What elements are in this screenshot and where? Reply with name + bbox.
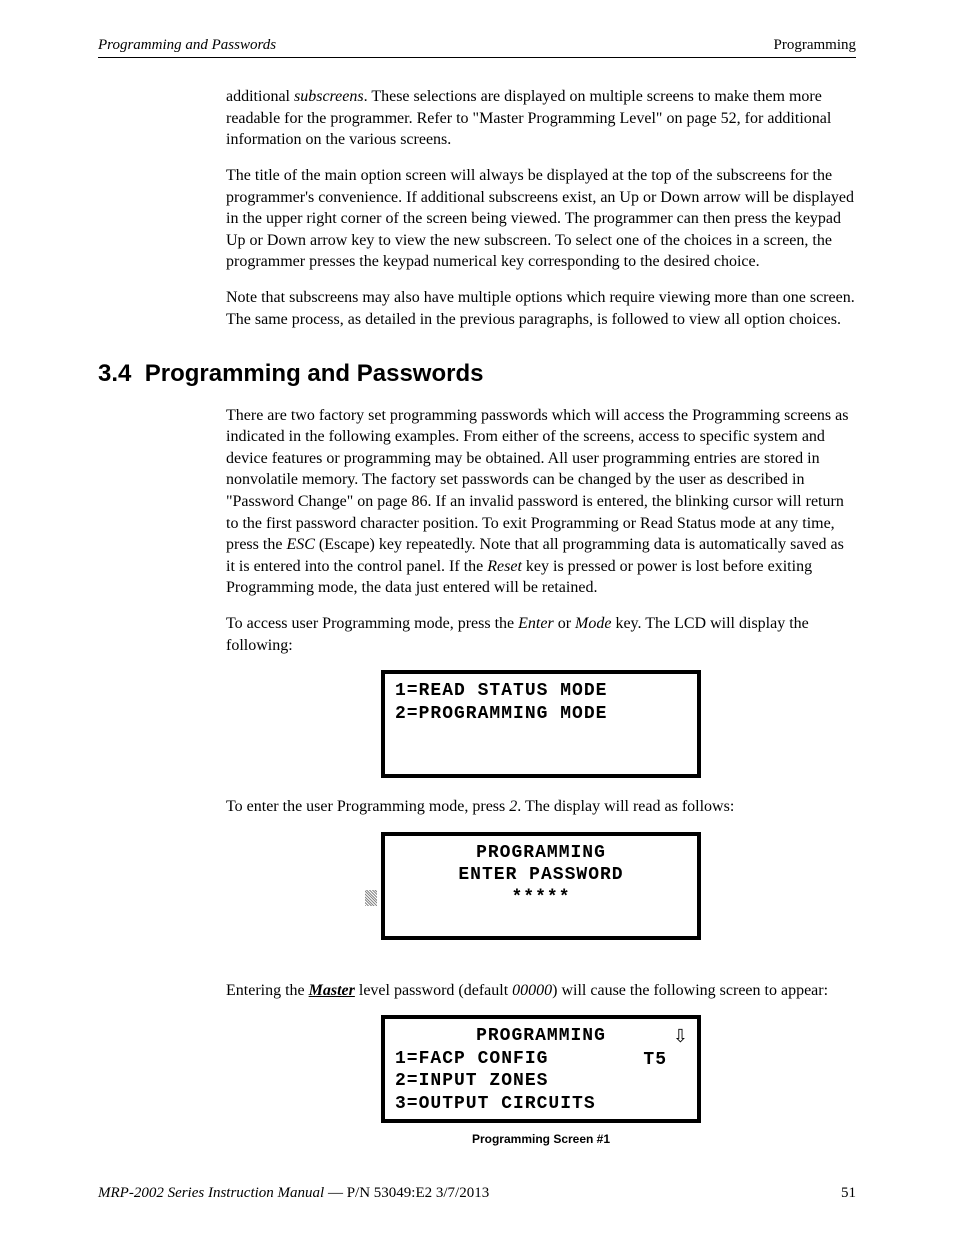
section-heading: 3.4 Programming and Passwords [98, 358, 856, 390]
part-number: — P/N 53049:E2 3/7/2013 [324, 1185, 489, 1201]
default-password: 00000 [512, 982, 552, 999]
lcd-caption: Programming Screen #1 [226, 1131, 856, 1147]
page-number: 51 [841, 1183, 856, 1203]
text: To enter the user Programming mode, pres… [226, 798, 509, 815]
lcd-t5-label: T5 [643, 1049, 667, 1072]
text: . The display will read as follows: [517, 798, 734, 815]
text: or [554, 615, 575, 632]
lcd-line: 2=INPUT ZONES [395, 1070, 687, 1093]
paragraph: There are two factory set programming pa… [226, 405, 856, 599]
text: level password (default [355, 982, 512, 999]
section-title: Programming and Passwords [145, 360, 484, 387]
lcd-line: ENTER PASSWORD [395, 864, 687, 887]
lcd-line: PROGRAMMING [395, 1025, 687, 1048]
page: Programming and Passwords Programming ad… [0, 0, 954, 1235]
text: ) will cause the following screen to app… [552, 982, 828, 999]
italic-term: subscreens [294, 88, 364, 105]
section-number: 3.4 [98, 360, 131, 387]
text: To access user Programming mode, press t… [226, 615, 518, 632]
text: additional [226, 88, 294, 105]
lcd-screen-2: PROGRAMMING ENTER PASSWORD ***** [381, 832, 701, 940]
paragraph: To access user Programming mode, press t… [226, 613, 856, 656]
italic-key: ESC [286, 536, 314, 553]
paragraph: Entering the Master level password (defa… [226, 980, 856, 1002]
italic-key: Reset [487, 558, 522, 575]
paragraph: The title of the main option screen will… [226, 165, 856, 273]
footer-left: MRP-2002 Series Instruction Manual — P/N… [98, 1183, 489, 1203]
text: Entering the [226, 982, 309, 999]
paragraph: additional subscreens. These selections … [226, 86, 856, 151]
running-header: Programming and Passwords Programming [98, 35, 856, 58]
lcd-line: 2=PROGRAMMING MODE [395, 703, 687, 726]
manual-title: MRP-2002 Series Instruction Manual [98, 1185, 324, 1201]
page-footer: MRP-2002 Series Instruction Manual — P/N… [98, 1183, 856, 1203]
lcd-screen-1: 1=READ STATUS MODE 2=PROGRAMMING MODE [381, 670, 701, 778]
header-left: Programming and Passwords [98, 35, 276, 55]
lcd-line: ***** [395, 887, 687, 910]
lcd-line: 1=READ STATUS MODE [395, 680, 687, 703]
text: There are two factory set programming pa… [226, 407, 848, 554]
body-column: There are two factory set programming pa… [226, 405, 856, 1148]
down-arrow-icon: ⇩ [673, 1025, 689, 1048]
body-column: additional subscreens. These selections … [226, 86, 856, 330]
lcd-line: PROGRAMMING [395, 842, 687, 865]
lcd-screen-3: PROGRAMMING 1=FACP CONFIG 2=INPUT ZONES … [381, 1015, 701, 1123]
lcd-line: 3=OUTPUT CIRCUITS [395, 1093, 687, 1116]
header-right: Programming [774, 35, 857, 55]
italic-key: Mode [575, 615, 611, 632]
paragraph: Note that subscreens may also have multi… [226, 287, 856, 330]
lcd-wrap: PROGRAMMING ENTER PASSWORD ***** [381, 832, 701, 940]
italic-key: Enter [518, 615, 554, 632]
paragraph: To enter the user Programming mode, pres… [226, 796, 856, 818]
master-term: Master [309, 982, 355, 999]
cursor-icon [365, 890, 377, 906]
